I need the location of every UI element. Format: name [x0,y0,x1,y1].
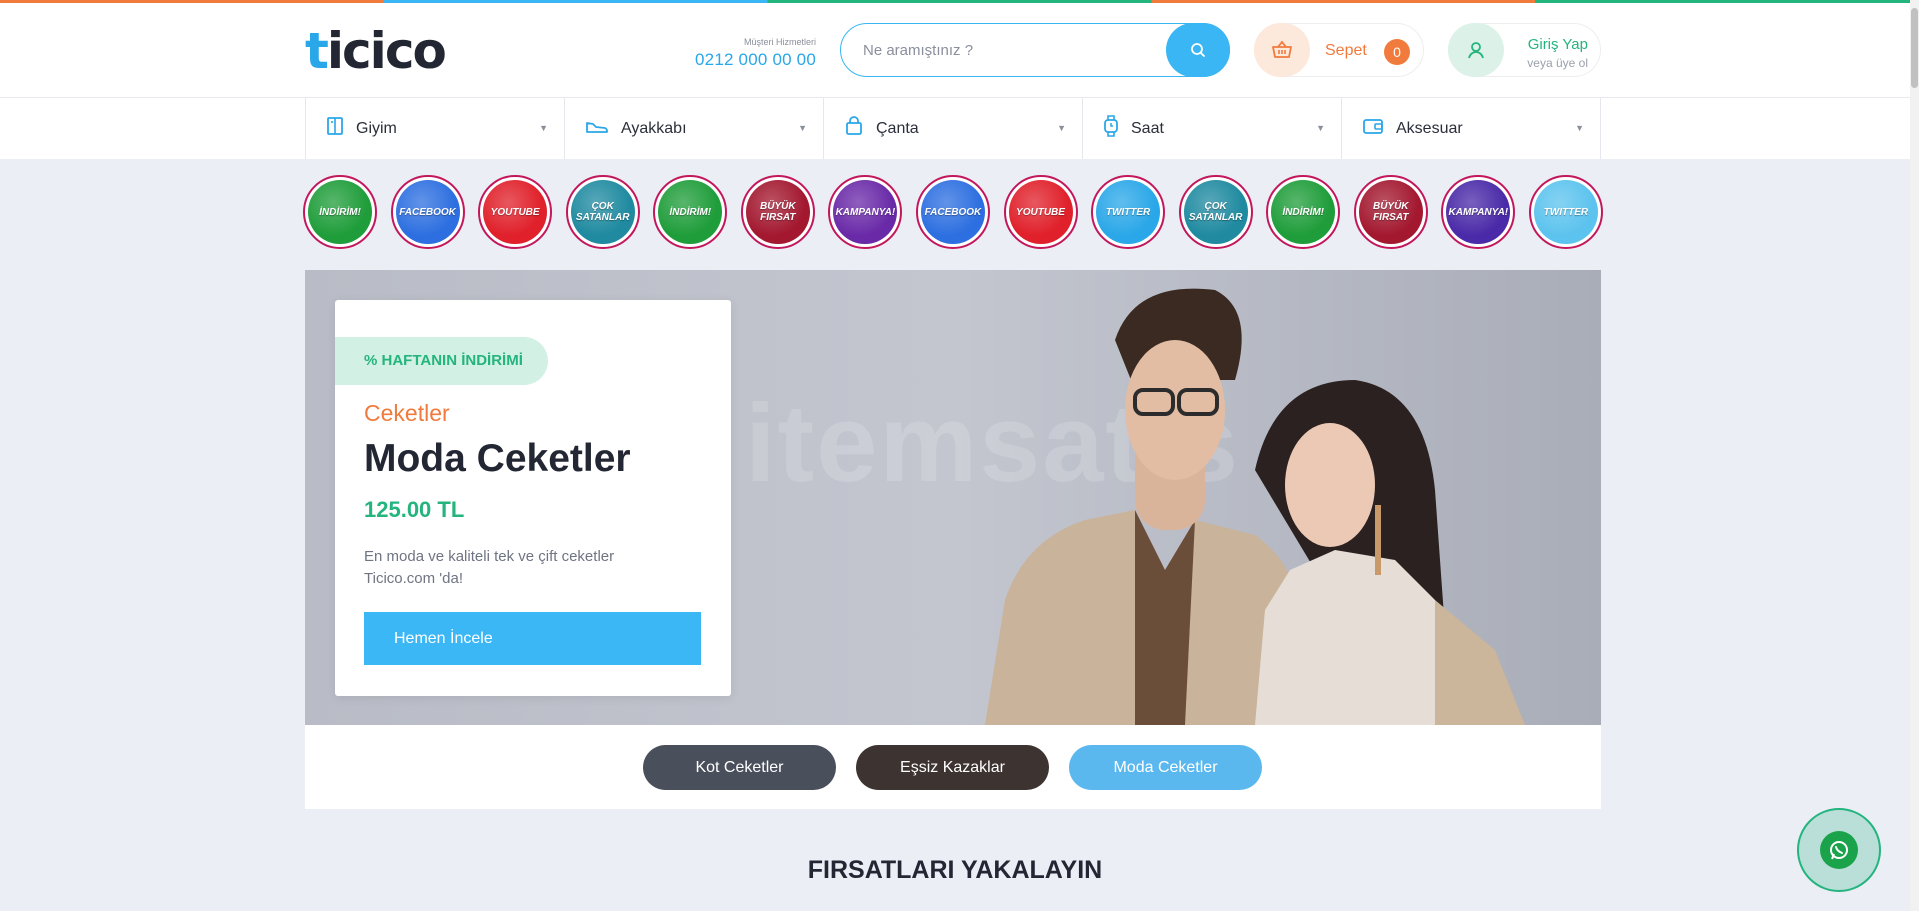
story-label: YOUTUBE [483,180,547,244]
story-label: TWITTER [1534,180,1598,244]
search-icon [1191,43,1205,57]
story-circle[interactable]: FACEBOOK [390,175,465,249]
cart-label: Sepet [1325,42,1367,59]
slider-tab[interactable]: Moda Ceketler [1069,745,1262,790]
weekly-discount-badge: % HAFTANIN İNDİRİMİ [335,337,548,385]
slider-tabs: Kot Ceketler Eşsiz Kazaklar Moda Ceketler [305,725,1601,809]
story-circle[interactable]: BÜYÜK FIRSAT [1353,175,1428,249]
site-logo[interactable]: ticico [305,21,447,81]
caret-down-icon: ▼ [539,123,548,133]
story-circles: İNDİRİM! FACEBOOK YOUTUBE ÇOK SATANLAR İNDİR… [303,175,1603,251]
slider-tab[interactable]: Eşsiz Kazaklar [856,745,1049,790]
story-circle[interactable]: YOUTUBE [478,175,553,249]
hero-model-photo [985,288,1525,725]
category-nav: Giyim ▼ Ayakkabı ▼ Çanta ▼ Saat ▼ Aksesuar ▼ [0,98,1910,159]
support-phone[interactable]: 0212 000 00 00 [680,50,816,70]
story-label: BÜYÜK FIRSAT [746,180,810,244]
caret-down-icon: ▼ [1575,123,1584,133]
category-0[interactable]: Giyim ▼ [306,98,565,159]
story-label: İNDİRİM! [1271,180,1335,244]
category-2[interactable]: Çanta ▼ [824,98,1083,159]
category-label: Giyim [356,119,397,137]
story-circle[interactable]: TWITTER [1091,175,1166,249]
inspect-now-button[interactable]: Hemen İncele [364,612,701,665]
bag-icon [844,116,864,141]
wallet-icon [1362,117,1384,140]
search-box [840,23,1230,77]
login-button[interactable]: Giriş Yap veya üye ol [1448,23,1601,77]
story-circle[interactable]: TWITTER [1528,175,1603,249]
page-scrollbar[interactable] [1910,0,1919,911]
story-circle[interactable]: ÇOK SATANLAR [565,175,640,249]
promo-category: Ceketler [364,400,450,426]
story-circle[interactable]: İNDİRİM! [303,175,377,249]
category-label: Çanta [876,119,919,137]
promo-description: En moda ve kaliteli tek ve çift ceketler… [364,548,615,587]
story-label: KAMPANYA! [1446,180,1510,244]
promo-card: % HAFTANIN İNDİRİMİ Ceketler Moda Ceketl… [335,300,731,696]
section-title: FIRSATLARI YAKALAYIN [807,856,1103,884]
story-label: YOUTUBE [1009,180,1073,244]
whatsapp-button[interactable] [1797,808,1881,892]
category-3[interactable]: Saat ▼ [1083,98,1342,159]
story-circle[interactable]: KAMPANYA! [828,175,903,249]
login-subtitle: veya üye ol [1527,56,1588,70]
story-circle[interactable]: BÜYÜK FIRSAT [740,175,815,249]
customer-support: Müşteri Hizmetleri 0212 000 00 00 [680,37,816,70]
story-label: ÇOK SATANLAR [571,180,635,244]
login-title: Giriş Yap [1527,36,1588,53]
user-icon [1448,23,1504,77]
story-circle[interactable]: YOUTUBE [1003,175,1078,249]
scrollbar-thumb[interactable] [1911,8,1918,88]
promo-price: 125.00 TL [364,497,465,522]
category-1[interactable]: Ayakkabı ▼ [565,98,824,159]
story-circle[interactable]: İNDİRİM! [1266,175,1341,249]
site-header: ticico Müşteri Hizmetleri 0212 000 00 00… [0,3,1910,98]
story-label: BÜYÜK FIRSAT [1359,180,1423,244]
basket-icon [1254,23,1310,77]
caret-down-icon: ▼ [1057,123,1066,133]
story-label: ÇOK SATANLAR [1184,180,1248,244]
shoe-icon [585,118,609,139]
story-label: TWITTER [1096,180,1160,244]
story-label: İNDİRİM! [658,180,722,244]
story-circle[interactable]: ÇOK SATANLAR [1178,175,1253,249]
slider-tab[interactable]: Kot Ceketler [643,745,836,790]
category-label: Saat [1131,119,1164,137]
category-label: Ayakkabı [621,119,687,137]
caret-down-icon: ▼ [1316,123,1325,133]
cart-count-badge: 0 [1384,39,1410,65]
cart-button[interactable]: Sepet 0 [1254,23,1424,77]
search-button[interactable] [1166,23,1230,77]
promo-title: Moda Ceketler [364,437,631,480]
support-label: Müşteri Hizmetleri [743,37,816,47]
whatsapp-icon [1820,831,1858,869]
hero-slider: itemsatis % HAFTANIN İNDİRİMİ Ceketler M… [305,270,1601,725]
category-4[interactable]: Aksesuar ▼ [1342,98,1601,159]
watch-icon [1103,115,1119,142]
story-label: İNDİRİM! [308,180,372,244]
story-circle[interactable]: FACEBOOK [915,175,990,249]
story-label: KAMPANYA! [833,180,897,244]
story-circle[interactable]: KAMPANYA! [1441,175,1516,249]
caret-down-icon: ▼ [798,123,807,133]
story-label: FACEBOOK [921,180,985,244]
story-label: FACEBOOK [396,180,460,244]
search-input[interactable] [863,38,1143,62]
story-circle[interactable]: İNDİRİM! [653,175,728,249]
shirt-icon [326,116,344,141]
category-label: Aksesuar [1396,119,1463,137]
